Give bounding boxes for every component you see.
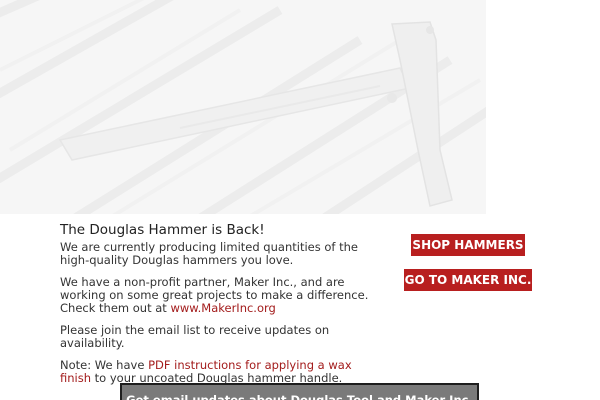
main-content: The Douglas Hammer is Back! We are curre… — [60, 222, 370, 394]
hero-image — [0, 0, 486, 214]
intro-text: We are currently producing limited quant… — [60, 240, 358, 267]
page-title: The Douglas Hammer is Back! — [60, 222, 265, 238]
wax-note-prefix: Note: We have — [60, 358, 149, 372]
email-list-text: Please join the email list to receive up… — [60, 323, 330, 350]
email-signup-button[interactable]: Get email updates about Douglas Tool and… — [120, 383, 479, 400]
go-to-maker-button[interactable]: GO TO MAKER INC. — [404, 269, 532, 291]
partner-text: We have a non-profit partner, Maker Inc.… — [60, 276, 370, 315]
wax-note-text: Note: We have PDF instructions for apply… — [60, 359, 370, 385]
hammer-photo-icon — [0, 0, 486, 214]
maker-inc-link[interactable]: www.MakerInc.org — [170, 301, 275, 315]
shop-hammers-button[interactable]: SHOP HAMMERS — [411, 234, 525, 256]
